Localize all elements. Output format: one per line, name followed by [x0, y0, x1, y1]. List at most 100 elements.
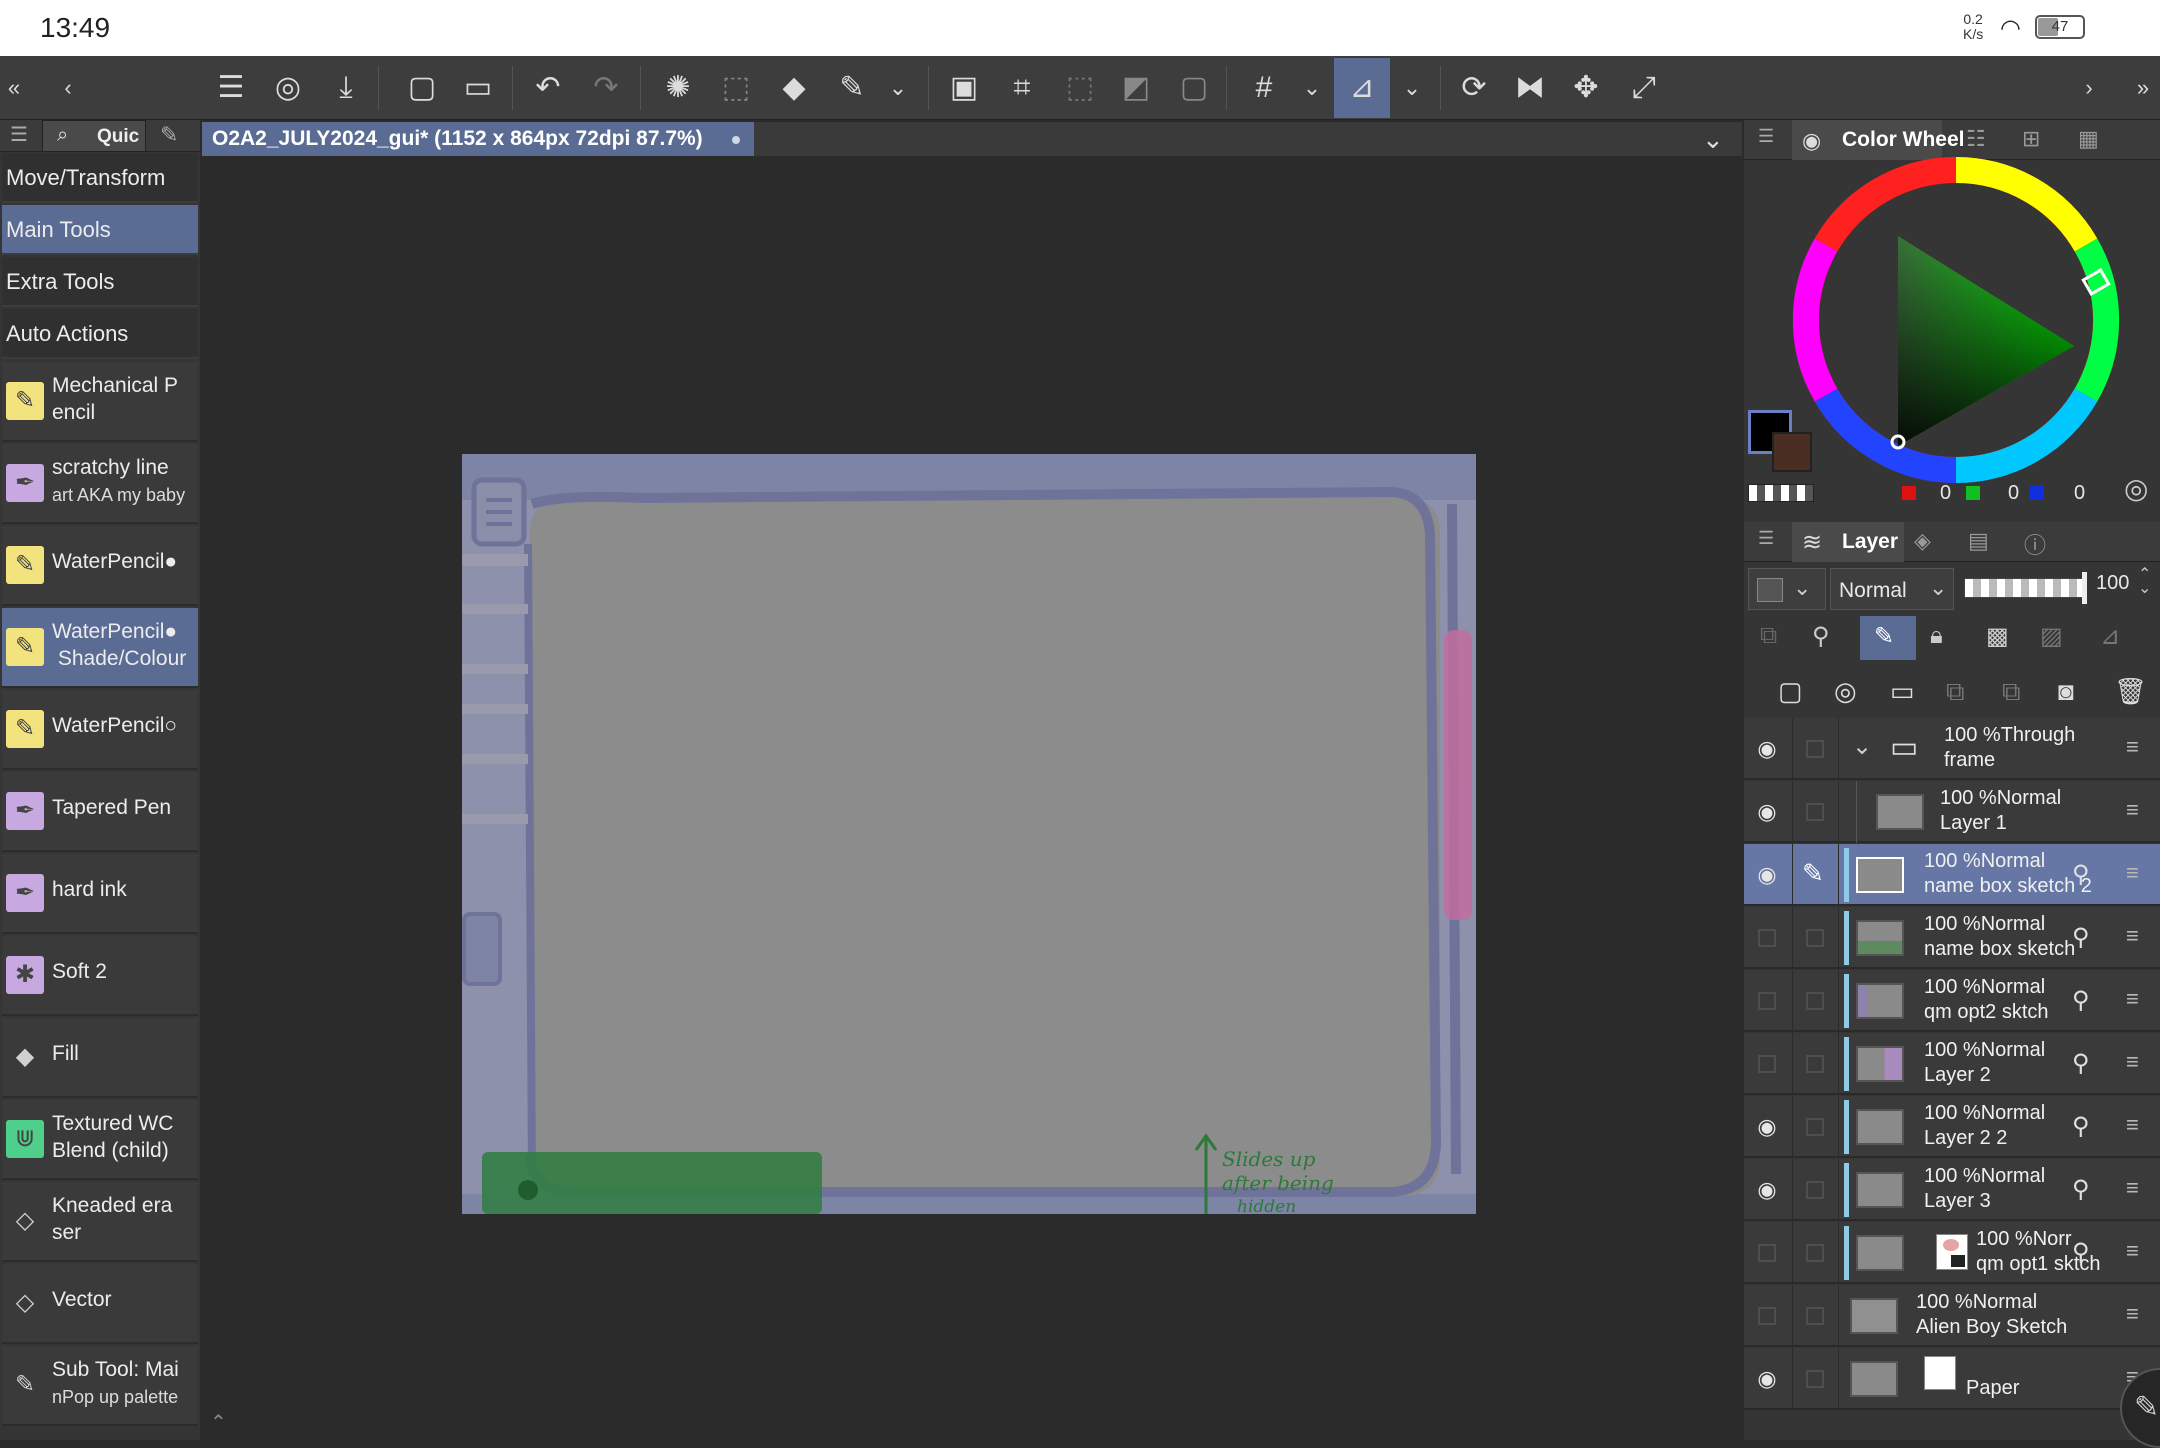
- rotate-canvas-icon[interactable]: ⟳: [1450, 64, 1498, 112]
- layer-row[interactable]: ◉ 100 %Normal Layer 2 2 ⚲ ≡: [1744, 1096, 2160, 1158]
- lock-checkbox[interactable]: [1806, 740, 1824, 758]
- lock-checkbox[interactable]: [1806, 929, 1824, 947]
- redo-icon[interactable]: ↷: [582, 64, 630, 112]
- tool-scratchy-line[interactable]: ✒ scratchy line art AKA my baby: [2, 444, 198, 524]
- pen-icon[interactable]: ✎: [828, 64, 876, 112]
- move-canvas-icon[interactable]: ✥: [1562, 64, 1610, 112]
- layer-menu-icon[interactable]: ≡: [2126, 923, 2139, 949]
- fill-bucket-icon[interactable]: ◆: [770, 64, 818, 112]
- lock-checkbox[interactable]: [1806, 1307, 1824, 1325]
- delete-layer-icon[interactable]: 🗑︎: [2114, 676, 2147, 707]
- chevron-down-icon[interactable]: ⌄: [1292, 64, 1332, 112]
- category-main-tools[interactable]: Main Tools: [2, 205, 198, 255]
- crop-icon[interactable]: ⌗: [998, 64, 1046, 112]
- select-all-icon[interactable]: ▣: [940, 64, 988, 112]
- layer-menu-icon[interactable]: ≡: [2126, 734, 2139, 760]
- eye-icon[interactable]: ◉: [1752, 1366, 1782, 1392]
- info-tab-icon[interactable]: ⓘ: [2024, 528, 2046, 560]
- color-slider-tab-icon[interactable]: ☷: [1966, 126, 1986, 152]
- flip-horizontal-icon[interactable]: ⧓: [1506, 64, 1554, 112]
- category-auto-actions[interactable]: Auto Actions: [2, 309, 198, 359]
- menu-icon[interactable]: ☰: [207, 64, 255, 112]
- clear-selection-icon[interactable]: ⬚: [712, 64, 760, 112]
- chevron-down-icon[interactable]: ⌄: [1852, 732, 1872, 761]
- layer-row[interactable]: 100 %Normal name box sketch ⚲ ≡: [1744, 907, 2160, 969]
- tool-fill[interactable]: ◆ Fill: [2, 1018, 198, 1098]
- layer-row[interactable]: ◉ 100 %Normal Layer 1 ≡: [1744, 781, 2160, 843]
- new-raster-layer-icon[interactable]: ▢: [1778, 676, 1803, 707]
- open-folder-icon[interactable]: ▭: [454, 64, 502, 112]
- eye-icon[interactable]: ◉: [1752, 799, 1782, 825]
- tool-waterpencil-shade[interactable]: ✎ WaterPencil● Shade/Colour: [2, 608, 198, 688]
- ruler-snap-icon[interactable]: ⊿: [1334, 58, 1390, 118]
- lock-checkbox[interactable]: [1806, 1244, 1824, 1262]
- invert-selection-icon[interactable]: ◩: [1112, 64, 1160, 112]
- layer-menu-icon[interactable]: ≡: [2126, 1301, 2139, 1327]
- sub-color-swatch[interactable]: [1772, 432, 1812, 472]
- drawing-canvas[interactable]: Slides up after being hidden: [462, 454, 1476, 1214]
- collapse-right-icon[interactable]: »: [2128, 64, 2158, 112]
- fit-screen-icon[interactable]: ⤢: [1620, 64, 1668, 112]
- reference-layer-icon[interactable]: ⚲: [1812, 622, 1830, 651]
- lock-checkbox[interactable]: [1806, 803, 1824, 821]
- transfer-down-icon[interactable]: ⧉: [1946, 676, 1965, 708]
- layer-property-tab-icon[interactable]: ◈: [1914, 528, 1931, 554]
- visibility-checkbox[interactable]: [1758, 929, 1776, 947]
- brush-tab-icon[interactable]: ✎: [160, 122, 178, 148]
- tool-textured-wc-blend[interactable]: ⋓ Textured WC Blend (child): [2, 1100, 198, 1180]
- eye-icon[interactable]: ◉: [1752, 1177, 1782, 1203]
- selection-border-icon[interactable]: ▢: [1170, 64, 1218, 112]
- layer-menu-icon[interactable]: ≡: [2126, 986, 2139, 1012]
- visibility-checkbox[interactable]: [1758, 1244, 1776, 1262]
- lock-icon[interactable]: 🔒︎: [1930, 622, 1943, 650]
- tool-vector-eraser[interactable]: ◇ Vector: [2, 1264, 198, 1344]
- lock-transparent-icon[interactable]: ▩: [1986, 622, 2009, 651]
- tool-waterpencil-hollow[interactable]: ✎ WaterPencil○: [2, 690, 198, 770]
- chevron-down-icon[interactable]: ⌄: [878, 64, 918, 112]
- panel-menu-icon[interactable]: ☰: [10, 122, 28, 147]
- layer-menu-icon[interactable]: ≡: [2126, 860, 2139, 886]
- color-set-tab-icon[interactable]: ⊞: [2022, 126, 2040, 152]
- blend-mode-dropdown[interactable]: Normal ⌄: [1830, 568, 1954, 610]
- color-mode-icon[interactable]: ◎: [2124, 472, 2148, 505]
- lock-checkbox[interactable]: [1806, 1055, 1824, 1073]
- panel-menu-icon[interactable]: ☰: [1758, 528, 1774, 549]
- lock-checkbox[interactable]: [1806, 1118, 1824, 1136]
- layer-row[interactable]: 100 %Norr qm opt1 sktch ⚲ ≡: [1744, 1222, 2160, 1284]
- tool-hard-ink[interactable]: ✒ hard ink: [2, 854, 198, 934]
- layer-row[interactable]: ◉ ⌄ ▭ 100 %Through frame ≡: [1744, 718, 2160, 780]
- layer-menu-icon[interactable]: ≡: [2126, 1112, 2139, 1138]
- layer-row[interactable]: ◉ 100 %Normal Layer 3 ⚲ ≡: [1744, 1159, 2160, 1221]
- opacity-stepper[interactable]: ⌃ ⌄: [2138, 567, 2151, 597]
- chevron-left-icon[interactable]: ‹: [56, 64, 80, 112]
- new-vector-layer-icon[interactable]: ◎: [1834, 676, 1857, 707]
- color-wheel[interactable]: [1786, 150, 2126, 490]
- lock-checkbox[interactable]: [1806, 1370, 1824, 1388]
- layer-menu-icon[interactable]: ≡: [2126, 1049, 2139, 1075]
- layer-row[interactable]: 100 %Normal qm opt2 sktch ⚲ ≡: [1744, 970, 2160, 1032]
- lock-checkbox[interactable]: [1806, 1181, 1824, 1199]
- visibility-checkbox[interactable]: [1758, 1055, 1776, 1073]
- new-file-icon[interactable]: ▢: [398, 64, 446, 112]
- eye-icon[interactable]: ◉: [1752, 736, 1782, 762]
- visibility-checkbox[interactable]: [1758, 1307, 1776, 1325]
- layer-menu-icon[interactable]: ≡: [2126, 797, 2139, 823]
- navigator-tab-icon[interactable]: ▤: [1968, 528, 1989, 554]
- opacity-slider-handle[interactable]: [2082, 572, 2087, 604]
- color-history-tab-icon[interactable]: ▦: [2078, 126, 2099, 152]
- layer-row-selected[interactable]: ◉ ✎ 100 %Normal name box sketch 2 ⚲ ≡: [1744, 844, 2160, 906]
- panel-menu-icon[interactable]: ☰: [1758, 126, 1774, 147]
- clip-studio-icon[interactable]: ◎: [264, 64, 312, 112]
- tool-mechanical-pencil[interactable]: ✎ Mechanical Pencil: [2, 362, 198, 442]
- eye-icon[interactable]: ◉: [1752, 1114, 1782, 1140]
- category-move-transform[interactable]: Move/Transform: [2, 153, 198, 203]
- layer-row[interactable]: 100 %Normal Alien Boy Sketch ≡: [1744, 1285, 2160, 1347]
- layer-row[interactable]: 100 %Normal Layer 2 ⚲ ≡: [1744, 1033, 2160, 1095]
- transparent-color-swatch[interactable]: [1748, 484, 1814, 502]
- clip-lower-icon[interactable]: ⧉: [1760, 622, 1777, 650]
- opacity-slider[interactable]: [1964, 578, 2084, 598]
- collapse-left-icon[interactable]: «: [2, 64, 26, 112]
- expand-up-icon[interactable]: ⌃: [210, 1410, 227, 1435]
- lock-checkbox[interactable]: [1806, 992, 1824, 1010]
- combine-down-icon[interactable]: ⧉: [2002, 676, 2021, 708]
